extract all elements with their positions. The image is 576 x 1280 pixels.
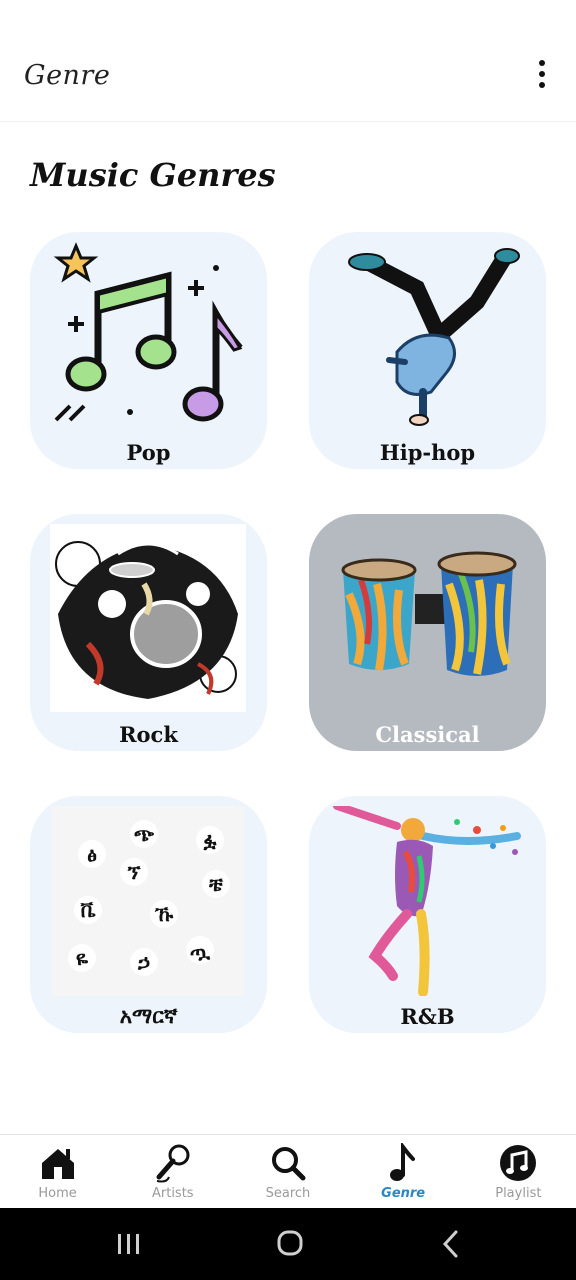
svg-text:ጭ: ጭ <box>134 822 155 846</box>
page-title: Genre <box>24 60 111 91</box>
svg-text:ቼ: ቼ <box>208 872 224 896</box>
section-title: Music Genres <box>30 156 276 194</box>
nav-label: Genre <box>381 1186 426 1201</box>
more-vert-icon-dot <box>539 82 545 88</box>
svg-text:ፏ: ፏ <box>203 828 217 852</box>
system-navigation-bar <box>0 1208 576 1280</box>
bottom-navigation: Home Artists Search Genre Playlist <box>0 1134 576 1208</box>
home-button-icon[interactable] <box>270 1226 310 1262</box>
nav-genre[interactable]: Genre <box>346 1135 461 1209</box>
app-bar: Genre <box>0 40 576 122</box>
nav-search[interactable]: Search <box>230 1135 345 1209</box>
more-options-button[interactable] <box>526 54 558 94</box>
nav-label: Artists <box>151 1186 194 1201</box>
svg-text:ዬ: ዬ <box>76 946 89 970</box>
more-vert-icon <box>539 60 545 66</box>
drum-kit-splash-illustration <box>50 524 246 712</box>
genre-label: Hip-hop <box>379 440 476 465</box>
genre-card-rock[interactable]: Rock <box>30 514 267 751</box>
nav-playlist[interactable]: Playlist <box>461 1135 576 1209</box>
genre-card-amharic[interactable]: ፅ ጭ ፏ ኘ ቼ ቬ ኹ ጧ ዬ ኃ አማርኛ <box>30 796 267 1033</box>
svg-text:ቬ: ቬ <box>80 898 95 922</box>
breakdancer-illustration <box>348 248 520 426</box>
nav-label: Search <box>265 1186 311 1201</box>
svg-text:ጧ: ጧ <box>190 938 211 962</box>
genre-label: Pop <box>126 440 171 465</box>
bongo-drums-photo <box>341 551 517 676</box>
amharic-letters-illustration: ፅ ጭ ፏ ኘ ቼ ቬ ኹ ጧ ዬ ኃ <box>52 806 244 996</box>
back-icon[interactable] <box>432 1226 472 1262</box>
nav-label: Playlist <box>495 1186 542 1201</box>
genre-label: Rock <box>119 722 178 747</box>
playlist-icon <box>500 1145 537 1181</box>
genre-card-pop[interactable]: Pop <box>30 232 267 469</box>
svg-text:ኘ: ኘ <box>126 860 141 884</box>
status-bar <box>0 0 576 40</box>
home-icon <box>41 1149 74 1179</box>
svg-text:ኃ: ኃ <box>137 950 150 974</box>
genre-label: Classical <box>375 722 480 747</box>
genre-card-rnb[interactable]: R&B <box>309 796 546 1033</box>
genre-label: አማርኛ <box>119 1003 178 1028</box>
nav-home[interactable]: Home <box>0 1135 115 1209</box>
genre-card-hip-hop[interactable]: Hip-hop <box>309 232 546 469</box>
music-notes-illustration <box>53 242 243 422</box>
more-vert-icon-dot <box>539 71 545 77</box>
music-note-icon <box>390 1143 416 1181</box>
svg-text:ፅ: ፅ <box>87 842 97 866</box>
recent-apps-icon[interactable] <box>108 1226 148 1262</box>
search-icon <box>271 1147 306 1181</box>
genre-label: R&B <box>400 1004 455 1029</box>
genre-card-classical[interactable]: Classical <box>309 514 546 751</box>
svg-text:ኹ: ኹ <box>154 902 174 926</box>
nav-label: Home <box>38 1186 77 1201</box>
nav-artists[interactable]: Artists <box>115 1135 230 1209</box>
microphone-icon <box>156 1144 190 1183</box>
colorful-dancer-illustration <box>333 806 521 996</box>
